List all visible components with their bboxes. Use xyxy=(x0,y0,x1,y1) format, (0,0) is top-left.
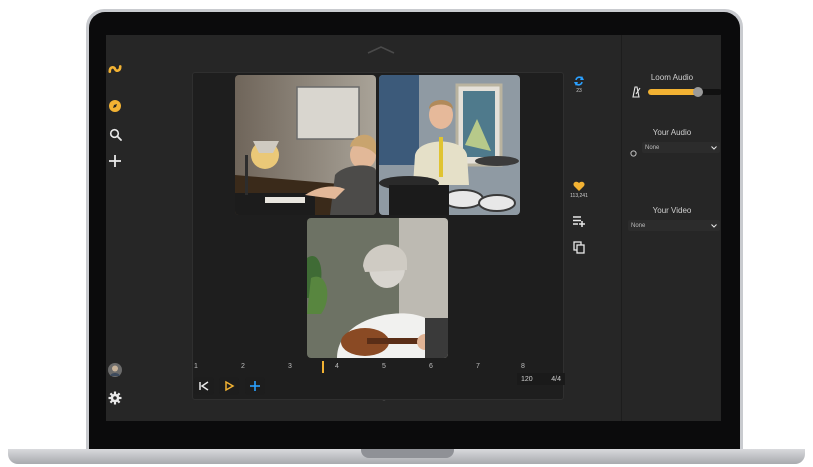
your-video-select[interactable]: None xyxy=(628,220,720,231)
loom-audio-slider-knob[interactable] xyxy=(693,87,704,97)
your-audio-value: None xyxy=(645,144,660,151)
metronome-icon[interactable] xyxy=(631,85,641,103)
loom-logo-icon[interactable] xyxy=(108,62,122,76)
right-panel: Loom Audio Your Audio None Your Video No… xyxy=(621,35,721,421)
bar-number: 6 xyxy=(429,363,433,370)
gear-icon[interactable] xyxy=(108,391,122,405)
loom-audio-slider[interactable] xyxy=(648,87,721,97)
your-video-value: None xyxy=(631,222,646,229)
skip-back-button[interactable] xyxy=(194,377,214,395)
play-button[interactable] xyxy=(219,377,239,395)
chevron-down-icon xyxy=(711,145,717,150)
your-audio-select[interactable]: None xyxy=(642,142,720,153)
copy-button[interactable] xyxy=(565,241,593,254)
add-to-playlist-button[interactable] xyxy=(565,215,593,227)
avatar[interactable] xyxy=(108,363,122,377)
your-video-title: Your Video xyxy=(652,206,692,215)
loom-audio-slider-fill xyxy=(648,89,699,95)
bar-number: 2 xyxy=(241,363,245,370)
search-icon[interactable] xyxy=(108,127,122,141)
audio-input-icon xyxy=(630,144,637,162)
your-audio-title: Your Audio xyxy=(652,128,692,137)
bar-number: 1 xyxy=(194,363,198,370)
tempo-display[interactable]: 120 4/4 xyxy=(517,373,565,385)
bar-number: 8 xyxy=(521,363,525,370)
chevron-down-icon xyxy=(711,223,717,228)
likes-count: 113,241 xyxy=(570,193,588,199)
compass-icon[interactable] xyxy=(108,99,122,113)
bar-number: 7 xyxy=(476,363,480,370)
video-tile-drums[interactable] xyxy=(379,75,520,215)
video-tile-piano[interactable] xyxy=(235,75,376,215)
loop-count: 23 xyxy=(576,88,582,94)
playhead[interactable] xyxy=(322,361,324,373)
collapse-up-icon[interactable] xyxy=(366,43,396,55)
bar-number: 5 xyxy=(382,363,386,370)
tempo-value: 120 xyxy=(521,375,533,383)
bar-number: 3 xyxy=(288,363,292,370)
video-tile-ukulele[interactable] xyxy=(307,218,448,358)
like-button[interactable]: 113,241 xyxy=(565,181,593,199)
bar-number: 4 xyxy=(335,363,339,370)
loop-button[interactable]: 23 xyxy=(565,75,593,94)
video-stage xyxy=(192,72,564,400)
add-track-button[interactable] xyxy=(245,377,265,395)
time-signature: 4/4 xyxy=(551,375,561,383)
laptop-notch xyxy=(361,449,454,458)
left-rail xyxy=(106,35,128,421)
plus-icon[interactable] xyxy=(108,154,122,168)
loom-audio-title: Loom Audio xyxy=(650,73,694,82)
timeline-ruler[interactable]: 1 2 3 4 5 6 7 8 xyxy=(194,363,562,377)
app-screen: 1 2 3 4 5 6 7 8 120 4/4 23 113,241 Loom … xyxy=(106,35,721,421)
